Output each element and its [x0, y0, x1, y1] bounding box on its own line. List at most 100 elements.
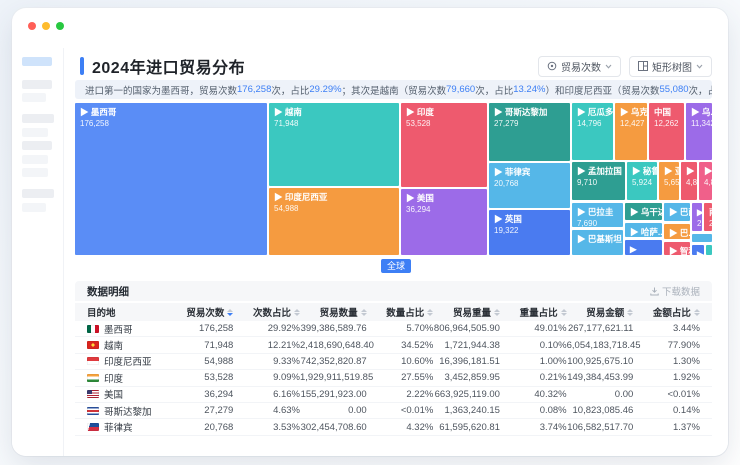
summary-segment: ）和印度尼西亚（贸易次数 [545, 83, 659, 97]
table-cell: 27.55% [367, 372, 434, 383]
sidebar-item[interactable] [22, 168, 48, 177]
sidebar-item[interactable] [22, 93, 46, 102]
table-body: 墨西哥176,25829.92%399,386,589.765.70%806,9… [75, 321, 712, 436]
treemap-tile[interactable]: ▶ 新4,804 [699, 162, 712, 200]
id-flag-icon [87, 357, 99, 365]
sidebar-item[interactable] [22, 203, 46, 212]
mx-flag-icon [87, 325, 99, 333]
treemap-tile[interactable]: ▶ 巴西 [664, 203, 690, 221]
table-cell: 4.63% [233, 405, 300, 416]
treemap-tile[interactable]: ▶ 菲律宾 20,768 [489, 163, 570, 208]
table-cell: 9.33% [233, 356, 300, 367]
treemap-tile[interactable]: ▶ 印度53,528 [401, 103, 487, 187]
table-cell: 0.00 [567, 389, 634, 400]
maximize-window-icon[interactable] [56, 22, 64, 30]
column-header[interactable]: 贸易数量 [300, 305, 367, 319]
tile-label: ▶ 乌克兰 [620, 107, 647, 117]
treemap-tile[interactable]: ▶ 巴基斯坦 [572, 230, 623, 255]
table-row[interactable]: 越南71,94812.21%2,418,690,648.4034.52%1,72… [75, 337, 712, 353]
treemap-tile[interactable]: ▶ 亚5,650 [659, 162, 679, 200]
metric-icon [547, 61, 557, 71]
treemap-tile[interactable]: ▶ 墨西哥176,258 [75, 103, 267, 255]
treemap-tile[interactable]: ▶ 哈萨... [625, 223, 662, 237]
table-header-row: 目的地贸易次数次数占比贸易数量数量占比贸易重量重量占比贸易金额金额占比 [75, 303, 712, 321]
summary-segment: 次，占比 [271, 83, 309, 97]
treemap-tile[interactable]: ▶ 厄瓜多尔14,796 [572, 103, 613, 160]
treemap-tile[interactable] [706, 245, 712, 255]
destination-label: 墨西哥 [104, 322, 133, 336]
table-cell: 0.08% [500, 405, 567, 416]
table-row[interactable]: 菲律宾20,7683.53%302,454,708.604.32%61,595,… [75, 419, 712, 435]
tile-label: ▶ 厄瓜多尔 [577, 107, 613, 117]
table-row[interactable]: 印度53,5289.09%1,929,911,519.8527.55%3,452… [75, 370, 712, 386]
tile-value: 5,650 [664, 178, 679, 188]
table-row[interactable]: 墨西哥176,25829.92%399,386,589.765.70%806,9… [75, 321, 712, 337]
download-data-button[interactable]: 下载数据 [650, 284, 700, 298]
treemap-tile[interactable]: ▶ 哥斯达黎加27,279 [489, 103, 570, 161]
treemap-tile[interactable]: ▶ [625, 240, 662, 255]
table-row[interactable]: 哥斯达黎加27,2794.63%0.00<0.01%1,363,240.150.… [75, 403, 712, 419]
column-header[interactable]: 重量占比 [500, 305, 567, 319]
column-header[interactable]: 贸易金额 [567, 305, 634, 319]
table-cell: 1.37% [633, 422, 700, 433]
sidebar-item[interactable] [22, 155, 48, 164]
table-cell: 0.21% [500, 372, 567, 383]
app-window: 2024年进口贸易分布 贸易次数 [12, 8, 728, 456]
sidebar-item[interactable] [22, 189, 54, 198]
sidebar-item[interactable] [22, 141, 52, 150]
treemap-tile[interactable]: 中国12,262 [649, 103, 684, 160]
summary-segment: 次，占比 [689, 83, 712, 97]
treemap-tile[interactable]: ▶ 印度尼西亚54,988 [269, 188, 399, 255]
tile-label: ▶ 哥斯达黎加 [494, 107, 570, 117]
treemap-tile[interactable]: ▶ 巴... [664, 224, 690, 239]
treemap-tile[interactable]: ▶ 美国 36,294 [401, 189, 487, 255]
column-header[interactable]: 贸易重量 [433, 305, 500, 319]
treemap-tile[interactable]: ▶ 越南71,948 [269, 103, 399, 186]
treemap-tile[interactable]: 南2,2 [704, 203, 712, 231]
treemap-tile[interactable]: ▶ 秘鲁5,924 [627, 162, 657, 200]
treemap-tile[interactable]: ▶ 乌克兰12,427 [615, 103, 647, 160]
column-header[interactable]: 贸易次数 [167, 305, 234, 319]
global-scope-button[interactable]: 全球 [381, 259, 411, 273]
column-header[interactable]: 数量占比 [367, 305, 434, 319]
column-header[interactable]: 金额占比 [633, 305, 700, 319]
metric-select-button[interactable]: 贸易次数 [538, 56, 621, 77]
close-window-icon[interactable] [28, 22, 36, 30]
treemap-tile[interactable]: ▶ 肯4,806 [681, 162, 697, 200]
treemap-tile[interactable]: ▶ 2,5 [692, 203, 702, 231]
minimize-window-icon[interactable] [42, 22, 50, 30]
column-header[interactable]: 次数占比 [233, 305, 300, 319]
sidebar-item[interactable] [22, 114, 54, 123]
table-cell: <0.01% [633, 389, 700, 400]
treemap-tile[interactable]: ▶ 巴拉圭7,690 [572, 203, 623, 227]
table-row[interactable]: 印度尼西亚54,9889.33%742,352,820.8710.60%16,3… [75, 354, 712, 370]
sidebar-item[interactable] [22, 80, 52, 89]
summary-segment: 次，占比 [475, 83, 513, 97]
tile-label: 中国 [654, 107, 684, 117]
tile-label: ▶ [697, 249, 704, 255]
treemap-tile[interactable]: ▶ 孟加拉国9,710 [572, 162, 625, 200]
treemap-tile[interactable]: ▶ [692, 245, 704, 255]
tile-label: ▶ 美国 [406, 193, 487, 203]
sidebar-item[interactable] [22, 128, 48, 137]
sort-caret-icon[interactable] [694, 309, 700, 316]
treemap-tile[interactable]: ▶ 乌...11,342 [686, 103, 712, 160]
treemap-tile[interactable]: ▶ 智利 [664, 242, 690, 255]
tile-label: ▶ 新 [704, 166, 712, 176]
table-cell: 27,279 [167, 405, 234, 416]
tile-label: ▶ 巴西 [669, 207, 690, 217]
treemap-tile[interactable]: ▶ 乌干达 [625, 203, 662, 220]
table-cell: 2.22% [367, 389, 434, 400]
sidebar-item-active[interactable] [22, 57, 52, 66]
tile-value: 20,768 [494, 179, 570, 189]
chart-type-select-button[interactable]: 矩形树图 [629, 56, 712, 77]
treemap-tile[interactable]: ▶ 英国19,322 [489, 210, 570, 255]
table-cell: 2,418,690,648.40 [300, 340, 367, 351]
table-cell: 61,595,620.81 [433, 422, 500, 433]
table-cell: 10,823,085.46 [567, 405, 634, 416]
treemap-tile[interactable] [692, 234, 712, 242]
tile-label: ▶ 菲律宾 [494, 167, 570, 177]
table-row[interactable]: 美国36,2946.16%155,291,923.002.22%663,925,… [75, 387, 712, 403]
column-header-label: 金额占比 [653, 305, 691, 319]
tile-value: 36,294 [406, 205, 487, 215]
